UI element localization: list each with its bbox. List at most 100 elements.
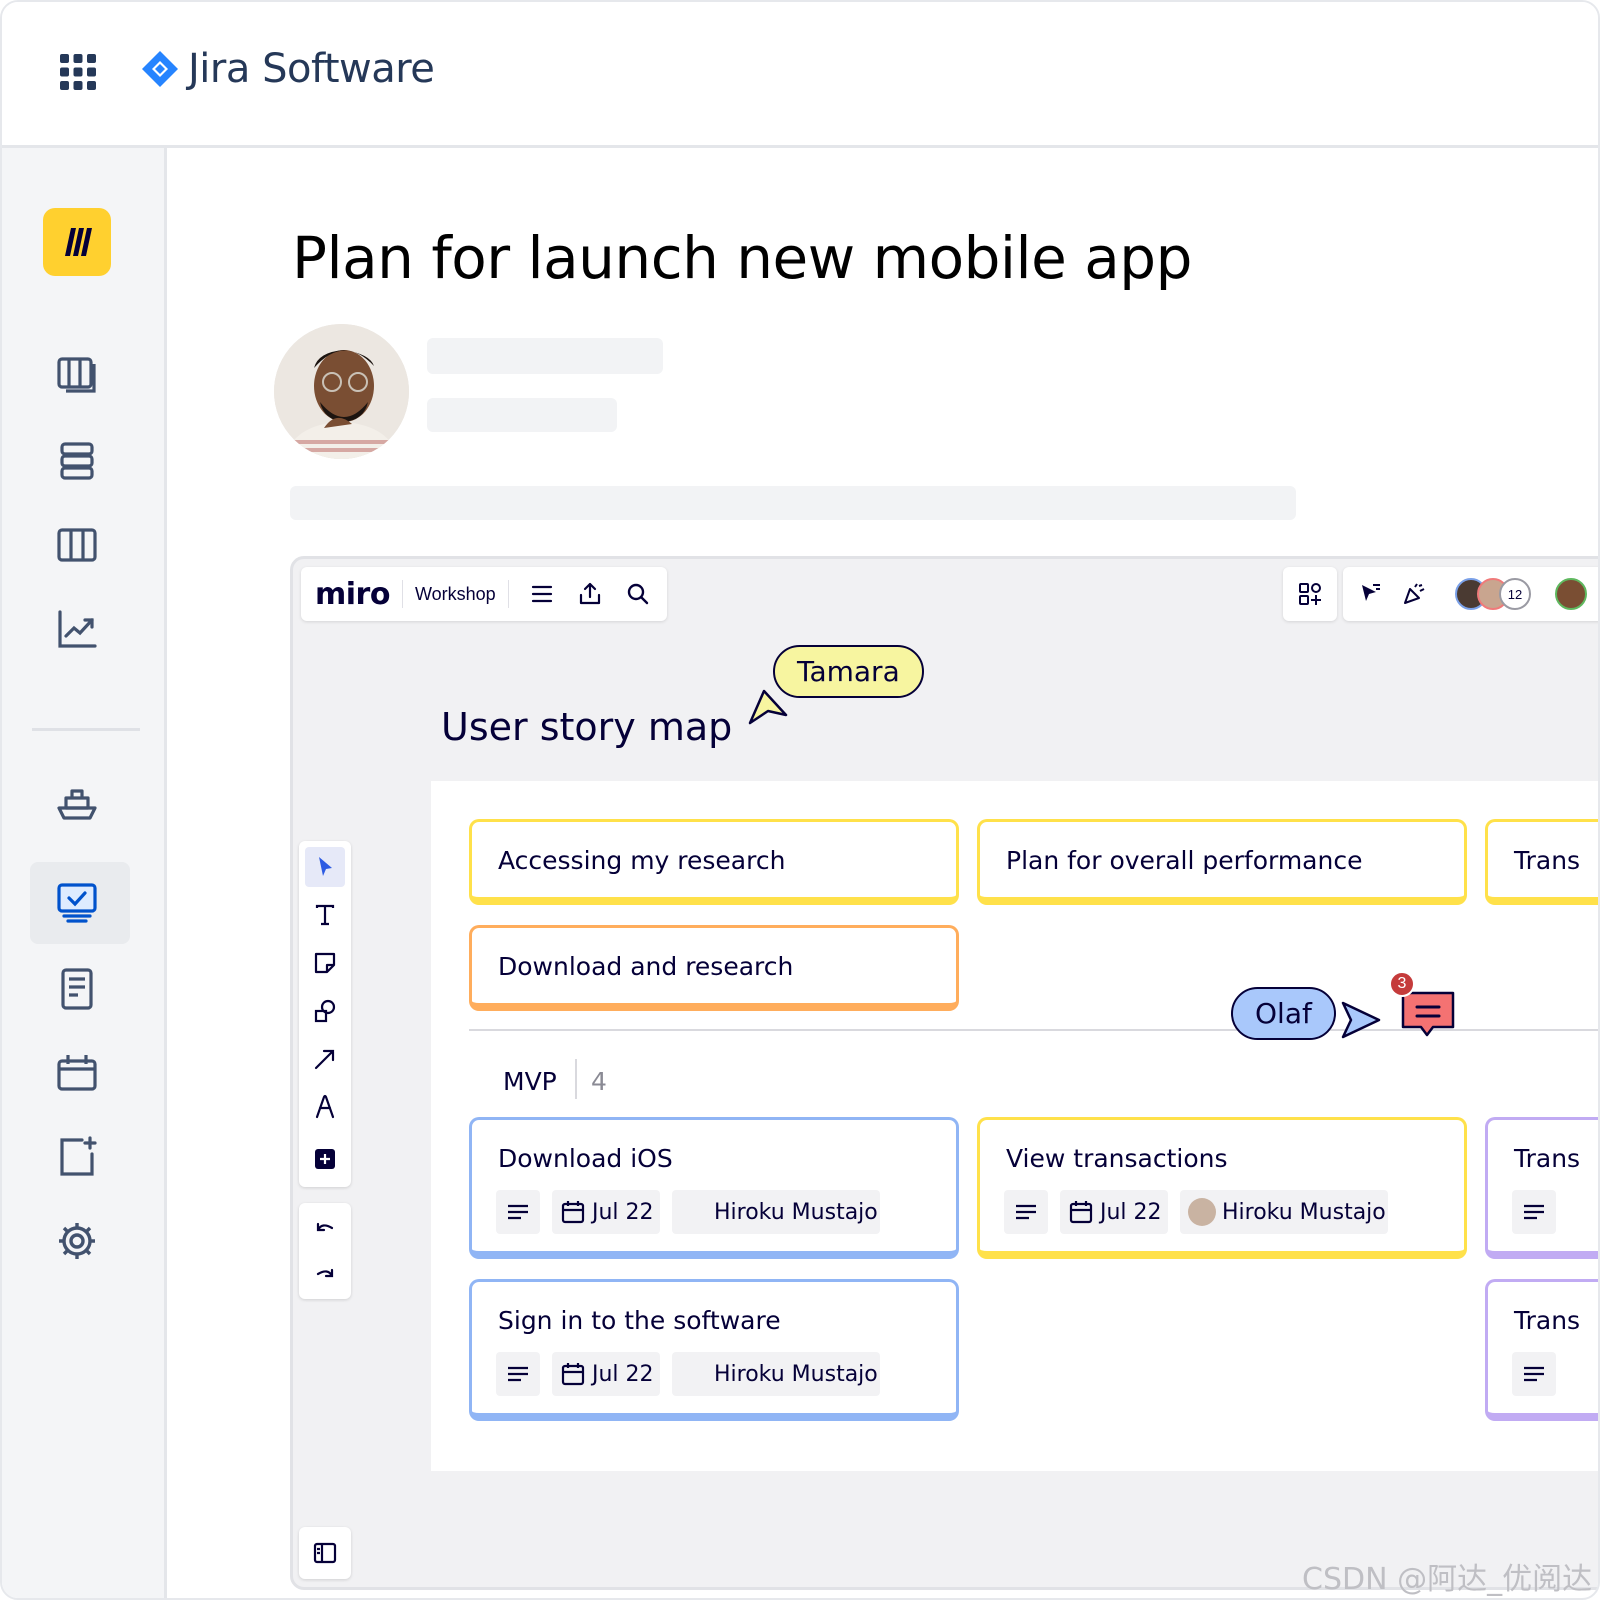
share-upload-icon[interactable] [573, 577, 607, 611]
skeleton-description [290, 486, 1296, 520]
olaf-cursor-label: Olaf [1231, 987, 1336, 1040]
gear-icon[interactable] [52, 1216, 102, 1266]
user-avatar[interactable] [274, 324, 409, 459]
app-switcher-icon[interactable] [58, 52, 98, 92]
search-icon[interactable] [621, 577, 655, 611]
assignee-avatar [1188, 1198, 1216, 1226]
calendar-icon [1069, 1201, 1093, 1224]
date-chip[interactable]: Jul 22 [1060, 1190, 1168, 1234]
brand-name: Jira Software [188, 46, 435, 92]
story-card[interactable]: Download and research [469, 925, 959, 1011]
tamara-cursor-label: Tamara [773, 645, 924, 698]
card-title: Download and research [498, 952, 794, 981]
sidebar-divider [32, 728, 140, 731]
miro-board[interactable]: miro Workshop 12 User story map Tamara A… [290, 556, 1598, 1590]
select-tool-icon[interactable] [305, 847, 345, 887]
calendar-icon[interactable] [52, 1048, 102, 1098]
toolbar-divider [507, 580, 509, 608]
page-title: Plan for launch new mobile app [292, 224, 1192, 292]
date-chip[interactable]: Jul 22 [552, 1352, 660, 1396]
card-title: Trans [1514, 1306, 1581, 1335]
card-title: Accessing my research [498, 846, 786, 875]
monitor-check-icon[interactable] [52, 878, 102, 928]
connector-tool-icon[interactable] [305, 1039, 345, 1079]
comment-bubble[interactable]: 3 [1389, 971, 1457, 1043]
description-chip[interactable] [1512, 1352, 1556, 1396]
sticky-note-tool-icon[interactable] [305, 943, 345, 983]
text-tool-icon[interactable] [305, 895, 345, 935]
collaborator-avatars[interactable]: 12 [1455, 578, 1531, 610]
comment-count-badge: 3 [1389, 971, 1415, 997]
miro-logo[interactable]: miro [315, 577, 390, 612]
more-tools-icon[interactable] [305, 1139, 345, 1179]
board-title: User story map [441, 705, 733, 749]
toolbar-divider [401, 580, 403, 608]
app-window: Jira Software Plan for launch new mobile… [0, 0, 1600, 1600]
card-date: Jul 22 [1100, 1199, 1162, 1225]
assignee-chip[interactable]: Hiroku Mustajo [672, 1352, 880, 1396]
calendar-icon [561, 1201, 585, 1224]
celebrate-icon[interactable] [1397, 577, 1431, 611]
chart-icon[interactable] [52, 604, 102, 654]
calendar-icon [561, 1363, 585, 1386]
redo-icon[interactable] [305, 1255, 345, 1295]
pen-tool-icon[interactable] [305, 1087, 345, 1127]
story-card[interactable]: Trans [1485, 1117, 1598, 1259]
menu-icon[interactable] [525, 577, 559, 611]
card-title: Trans [1514, 846, 1581, 875]
apps-toolbar[interactable] [1283, 567, 1337, 621]
description-chip[interactable] [1004, 1190, 1048, 1234]
lines-icon [508, 1204, 528, 1220]
description-chip[interactable] [496, 1352, 540, 1396]
story-card[interactable]: Accessing my research [469, 819, 959, 905]
release-count: 4 [591, 1067, 607, 1096]
card-assignee: Hiroku Mustajo [714, 1361, 878, 1387]
story-card[interactable]: View transactions Jul 22 Hiroku Mustajo [977, 1117, 1467, 1259]
assignee-chip[interactable]: Hiroku Mustajo [672, 1190, 880, 1234]
jira-diamond-icon [142, 51, 178, 87]
miro-app-icon[interactable] [43, 208, 111, 276]
card-title: Trans [1514, 1144, 1581, 1173]
board-icon[interactable] [52, 350, 102, 400]
description-chip[interactable] [1512, 1190, 1556, 1234]
story-card[interactable]: Trans [1485, 1279, 1598, 1421]
ship-icon[interactable] [52, 778, 102, 828]
lines-icon [1524, 1366, 1544, 1382]
stack-icon[interactable] [52, 436, 102, 486]
shapes-tool-icon[interactable] [305, 991, 345, 1031]
document-icon[interactable] [52, 964, 102, 1014]
board-name[interactable]: Workshop [415, 584, 496, 605]
miro-toolbar: miro Workshop [301, 567, 667, 621]
story-card[interactable]: Trans [1485, 819, 1598, 905]
card-title: Download iOS [498, 1144, 673, 1173]
skeleton-name [427, 338, 663, 374]
lines-icon [1524, 1204, 1544, 1220]
watermark: CSDN @阿达_优阅达 [1302, 1562, 1593, 1597]
tool-palette [299, 841, 351, 1187]
date-chip[interactable]: Jul 22 [552, 1190, 660, 1234]
release-label-divider [575, 1059, 577, 1099]
add-page-icon[interactable] [52, 1132, 102, 1182]
apps-add-icon [1299, 583, 1321, 605]
current-user-avatar[interactable] [1555, 578, 1587, 610]
card-assignee: Hiroku Mustajo [1222, 1199, 1386, 1225]
sidebar [2, 148, 167, 1598]
panel-toggle-icon[interactable] [299, 1527, 351, 1579]
card-title: Sign in to the software [498, 1306, 781, 1335]
undo-icon[interactable] [305, 1209, 345, 1249]
description-chip[interactable] [496, 1190, 540, 1234]
columns-icon[interactable] [52, 520, 102, 570]
card-assignee: Hiroku Mustajo [714, 1199, 878, 1225]
olaf-cursor-icon [1341, 1001, 1381, 1039]
card-date: Jul 22 [592, 1361, 654, 1387]
card-date: Jul 22 [592, 1199, 654, 1225]
top-bar: Jira Software [2, 2, 1598, 148]
skeleton-subtitle [427, 398, 617, 432]
story-card[interactable]: Download iOS Jul 22 Hiroku Mustajo [469, 1117, 959, 1259]
story-card[interactable]: Plan for overall performance [977, 819, 1467, 905]
jira-logo[interactable]: Jira Software [140, 46, 435, 92]
story-map-frame[interactable]: Accessing my research Plan for overall p… [431, 781, 1598, 1471]
story-card[interactable]: Sign in to the software Jul 22 Hiroku Mu… [469, 1279, 959, 1421]
cursor-follow-icon[interactable] [1353, 577, 1387, 611]
assignee-chip[interactable]: Hiroku Mustajo [1180, 1190, 1388, 1234]
